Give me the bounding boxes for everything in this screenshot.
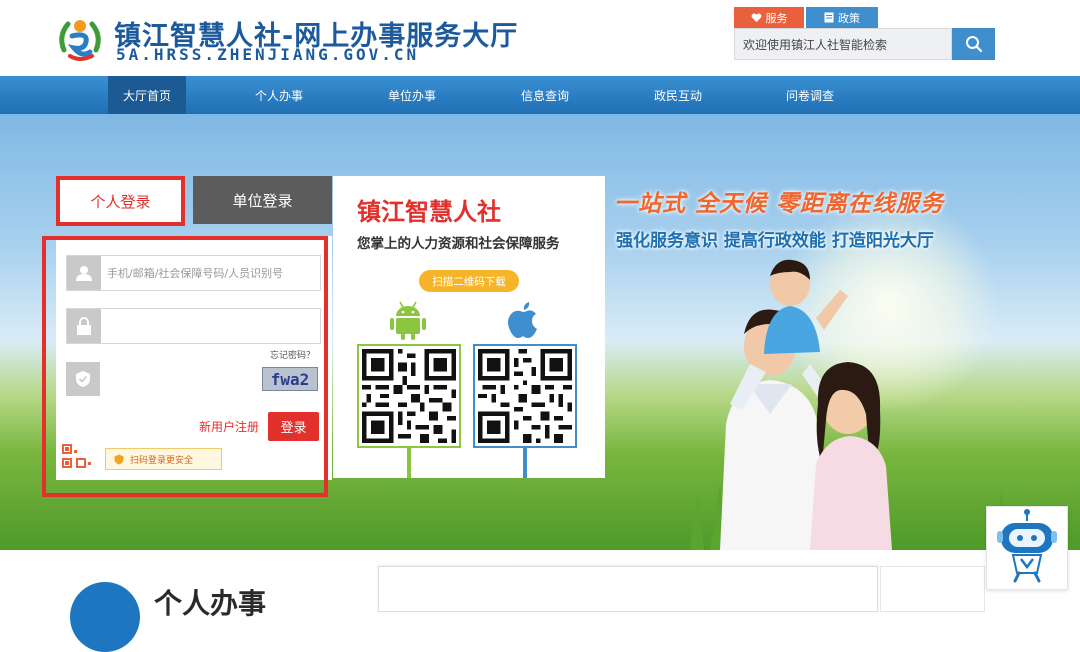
nav-interaction[interactable]: 政民互动 (639, 76, 717, 114)
nav-company[interactable]: 单位办事 (373, 76, 451, 114)
app-subtitle: 您掌上的人力资源和社会保障服务 (357, 236, 560, 252)
ios-qr-stand (523, 448, 527, 478)
tab-personal-login[interactable]: 个人登录 (56, 176, 185, 226)
nav-survey[interactable]: 问卷调查 (771, 76, 849, 114)
login-button[interactable]: 登录 (268, 412, 319, 441)
policy-button[interactable]: 政策 (806, 7, 878, 28)
password-field[interactable] (66, 308, 321, 344)
tab-company-login[interactable]: 单位登录 (193, 176, 332, 224)
hero-subslogan: 强化服务意识 提高行政效能 打造阳光大厅 (616, 231, 934, 251)
service-label: 服务 (765, 11, 788, 25)
content-card (378, 566, 878, 612)
site-url: 5A.HRSS.ZHENJIANG.GOV.CN (116, 45, 420, 64)
lock-icon (67, 309, 101, 343)
heart-icon (751, 13, 761, 22)
side-card (880, 566, 985, 612)
android-qr-stand (407, 448, 411, 478)
register-link[interactable]: 新用户注册 (199, 418, 259, 435)
username-field[interactable]: 手机/邮箱/社会保障号码/人员识别号 (66, 255, 321, 291)
scan-download-badge: 扫描二维码下载 (419, 270, 519, 292)
captcha-field[interactable] (66, 361, 262, 397)
main-nav: 大厅首页 个人办事 单位办事 信息查询 政民互动 问卷调查 (0, 76, 1080, 114)
family-photo (690, 259, 1008, 550)
search-input[interactable]: 欢迎使用镇江人社智能检索 (734, 28, 952, 60)
forgot-password-link[interactable]: 忘记密码？ (270, 348, 315, 361)
scan-tip-text: 扫码登录更安全 (130, 455, 194, 466)
nav-personal[interactable]: 个人办事 (240, 76, 318, 114)
shield-check-icon (66, 362, 100, 396)
ios-qr-code[interactable] (473, 344, 577, 448)
nav-info-query[interactable]: 信息查询 (506, 76, 584, 114)
username-placeholder: 手机/邮箱/社会保障号码/人员识别号 (107, 267, 284, 280)
shield-icon (114, 454, 124, 464)
nav-home[interactable]: 大厅首页 (108, 76, 186, 114)
android-icon (390, 301, 426, 340)
site-header: 镇江智慧人社-网上办事服务大厅 5A.HRSS.ZHENJIANG.GOV.CN… (0, 0, 1080, 76)
hrss-logo-icon[interactable] (54, 16, 106, 64)
scan-login-tip[interactable]: 扫码登录更安全 (105, 448, 222, 470)
android-qr-code[interactable] (357, 344, 461, 448)
search-icon (965, 36, 982, 53)
qr-login-icon[interactable] (60, 430, 102, 472)
policy-label: 政策 (838, 11, 860, 25)
robot-mascot-icon (997, 509, 1057, 583)
section-title: 个人办事 (154, 587, 267, 620)
document-icon (824, 12, 834, 23)
search-button[interactable] (952, 28, 995, 60)
assistant-mascot[interactable] (986, 506, 1068, 590)
captcha-image[interactable]: fwa2 (262, 367, 318, 391)
hero-slogan: 一站式 全天候 零距离在线服务 (614, 191, 945, 217)
apple-icon (508, 302, 537, 338)
user-icon (67, 256, 101, 290)
service-button[interactable]: 服务 (734, 7, 804, 28)
app-download-panel: 镇江智慧人社 您掌上的人力资源和社会保障服务 扫描二维码下载 (333, 176, 605, 478)
app-title: 镇江智慧人社 (357, 198, 501, 226)
personal-affairs-icon (70, 582, 140, 652)
